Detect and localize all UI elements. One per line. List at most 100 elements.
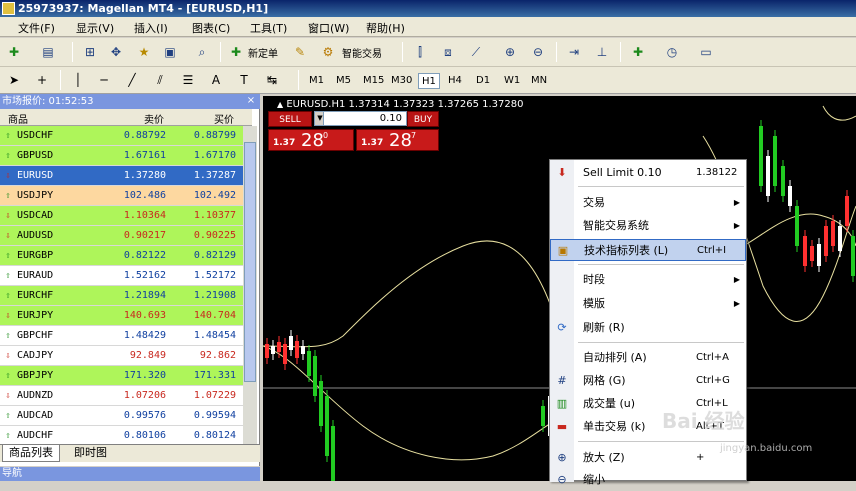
candle-body — [295, 341, 299, 358]
menu-help[interactable]: 帮助(H) — [366, 20, 405, 36]
table-row[interactable]: ⇩ USDCAD 1.10364 1.10377 — [0, 206, 252, 226]
window-title-bar[interactable]: 25973937: Magellan MT4 - [EURUSD,H1] — [0, 0, 856, 17]
terminal-icon[interactable]: ▣ — [160, 42, 180, 62]
menu-window[interactable]: 窗口(W) — [308, 20, 349, 36]
close-icon[interactable]: × — [245, 95, 257, 107]
vertical-line-icon[interactable]: │ — [68, 70, 88, 90]
periods-icon[interactable]: ◷ — [662, 42, 682, 62]
table-row[interactable]: ⇧ GBPUSD 1.67161 1.67170 — [0, 146, 252, 166]
tab-tick-chart[interactable]: 即时图 — [68, 445, 113, 462]
volume-input[interactable]: 0.10 — [323, 111, 407, 126]
strategy-tester-icon[interactable]: ⌕ — [192, 42, 212, 62]
crosshair-icon[interactable]: + — [32, 70, 52, 90]
menu-item-indicators-list[interactable]: ▣ 技术指标列表 (L) Ctrl+I — [550, 239, 746, 261]
menu-insert[interactable]: 插入(I) — [134, 20, 168, 36]
zoom-in-icon[interactable]: ⊕ — [500, 42, 520, 62]
menu-item-grid[interactable]: # 网格 (G) Ctrl+G — [550, 370, 746, 392]
table-row[interactable]: ⇧ AUDCHF 0.80106 0.80124 — [0, 426, 252, 446]
menu-item-trading[interactable]: 交易 ▶ — [550, 192, 746, 214]
expert-icon[interactable]: ⚙ — [318, 42, 338, 62]
indicators-icon[interactable]: ✚ — [628, 42, 648, 62]
timeframe-m1[interactable]: M1 — [306, 73, 327, 89]
text-label-icon[interactable]: T — [234, 70, 254, 90]
zoom-out-icon: ⊖ — [557, 473, 567, 486]
arrow-up-icon: ⇧ — [5, 191, 11, 201]
table-row[interactable]: ⇧ EURGBP 0.82122 0.82129 — [0, 246, 252, 266]
ask-price: 140.704 — [193, 310, 236, 321]
new-chart-icon[interactable]: ✚ — [4, 42, 24, 62]
menu-tools[interactable]: 工具(T) — [250, 20, 287, 36]
buy-price-box[interactable]: 1.37 28 7 — [356, 129, 439, 151]
candle-body — [289, 336, 293, 350]
sell-button[interactable]: SELL — [268, 111, 312, 127]
arrow-down-icon: ⇩ — [5, 351, 11, 361]
timeframe-d1[interactable]: D1 — [473, 73, 493, 89]
menu-charts[interactable]: 图表(C) — [192, 20, 230, 36]
table-row[interactable]: ⇧ USDCHF 0.88792 0.88799 — [0, 126, 252, 146]
profiles-icon[interactable]: ▤ — [38, 42, 58, 62]
menu-item-zoom-in[interactable]: ⊕ 放大 (Z) + — [550, 447, 746, 469]
table-row[interactable]: ⇧ USDJPY 102.486 102.492 — [0, 186, 252, 206]
trendline-icon[interactable]: ╱ — [122, 70, 142, 90]
timeframe-h1[interactable]: H1 — [418, 73, 440, 89]
line-chart-icon[interactable]: ⟋ — [466, 42, 486, 62]
arrows-icon[interactable]: ↹ — [262, 70, 282, 90]
menu-item-refresh[interactable]: ⟳ 刷新 (R) — [550, 317, 746, 339]
navigator-icon[interactable]: ★ — [134, 42, 154, 62]
menu-item-templates[interactable]: 模版 ▶ — [550, 293, 746, 315]
column-header-symbol[interactable]: 商品 — [8, 111, 28, 126]
scrollbar-thumb[interactable] — [244, 142, 256, 382]
table-row[interactable]: ⇧ EURCHF 1.21894 1.21908 — [0, 286, 252, 306]
new-order-button[interactable]: 新定单 — [248, 45, 278, 60]
menu-item-zoom-out[interactable]: ⊖ 缩小 — [550, 469, 746, 491]
horizontal-line-icon[interactable]: ─ — [94, 70, 114, 90]
table-row[interactable]: ⇩ AUDNZD 1.07206 1.07229 — [0, 386, 252, 406]
tab-symbols[interactable]: 商品列表 — [2, 445, 60, 462]
navigator-title-bar[interactable]: 导航 — [0, 467, 260, 481]
menu-item-sell-limit[interactable]: ⬇ Sell Limit 0.10 1.38122 — [550, 162, 746, 184]
arrow-up-icon: ⇧ — [5, 331, 11, 341]
auto-scroll-icon[interactable]: ⇥ — [564, 42, 584, 62]
candle-body — [325, 396, 329, 456]
submenu-arrow-icon: ▶ — [733, 198, 740, 207]
menu-item-periods[interactable]: 时段 ▶ — [550, 269, 746, 291]
menu-view[interactable]: 显示(V) — [76, 20, 114, 36]
chart-shift-icon[interactable]: ⊥ — [592, 42, 612, 62]
timeframe-m30[interactable]: M30 — [388, 73, 415, 89]
menu-item-auto-arrange[interactable]: 自动排列 (A) Ctrl+A — [550, 347, 746, 369]
timeframe-mn[interactable]: MN — [528, 73, 550, 89]
fibonacci-icon[interactable]: ☰ — [178, 70, 198, 90]
market-watch-icon[interactable]: ⊞ — [80, 42, 100, 62]
sell-price-box[interactable]: 1.37 28 0 — [268, 129, 354, 151]
candlestick-icon[interactable]: ⧈ — [438, 42, 458, 62]
column-header-bid[interactable]: 卖价 — [144, 111, 164, 126]
table-row[interactable]: ⇧ GBPCHF 1.48429 1.48454 — [0, 326, 252, 346]
buy-button[interactable]: BUY — [407, 111, 439, 127]
templates-icon[interactable]: ▭ — [696, 42, 716, 62]
cursor-icon[interactable]: ➤ — [4, 70, 24, 90]
data-window-icon[interactable]: ✥ — [106, 42, 126, 62]
bar-chart-icon[interactable]: ⫿ — [410, 42, 430, 62]
table-row[interactable]: ⇧ AUDCAD 0.99576 0.99594 — [0, 406, 252, 426]
candle-body — [331, 426, 335, 481]
channel-icon[interactable]: ⫽ — [150, 70, 170, 90]
table-row[interactable]: ⇩ AUDUSD 0.90217 0.90225 — [0, 226, 252, 246]
expert-advisors-button[interactable]: 智能交易 — [342, 45, 382, 60]
new-order-icon[interactable]: ✚ — [226, 42, 246, 62]
timeframe-m15[interactable]: M15 — [360, 73, 387, 89]
timeframe-m5[interactable]: M5 — [333, 73, 354, 89]
text-icon[interactable]: A — [206, 70, 226, 90]
timeframe-h4[interactable]: H4 — [445, 73, 465, 89]
table-row[interactable]: ⇧ EURAUD 1.52162 1.52172 — [0, 266, 252, 286]
table-row[interactable]: ⇩ CADJPY 92.849 92.862 — [0, 346, 252, 366]
menu-item-expert-advisors[interactable]: 智能交易系统 ▶ — [550, 215, 746, 237]
timeframe-w1[interactable]: W1 — [501, 73, 523, 89]
menu-file[interactable]: 文件(F) — [18, 20, 55, 36]
metaeditor-icon[interactable]: ✎ — [290, 42, 310, 62]
table-row[interactable]: ⇩ EURJPY 140.693 140.704 — [0, 306, 252, 326]
column-header-ask[interactable]: 买价 — [214, 111, 234, 126]
table-row[interactable]: ⇧ GBPJPY 171.320 171.331 — [0, 366, 252, 386]
one-click-trading-panel: SELL ▼ 0.10 BUY 1.37 28 0 1.37 28 7 — [268, 111, 439, 151]
zoom-out-icon[interactable]: ⊖ — [528, 42, 548, 62]
table-row[interactable]: ⇩ EURUSD 1.37280 1.37287 — [0, 166, 252, 186]
